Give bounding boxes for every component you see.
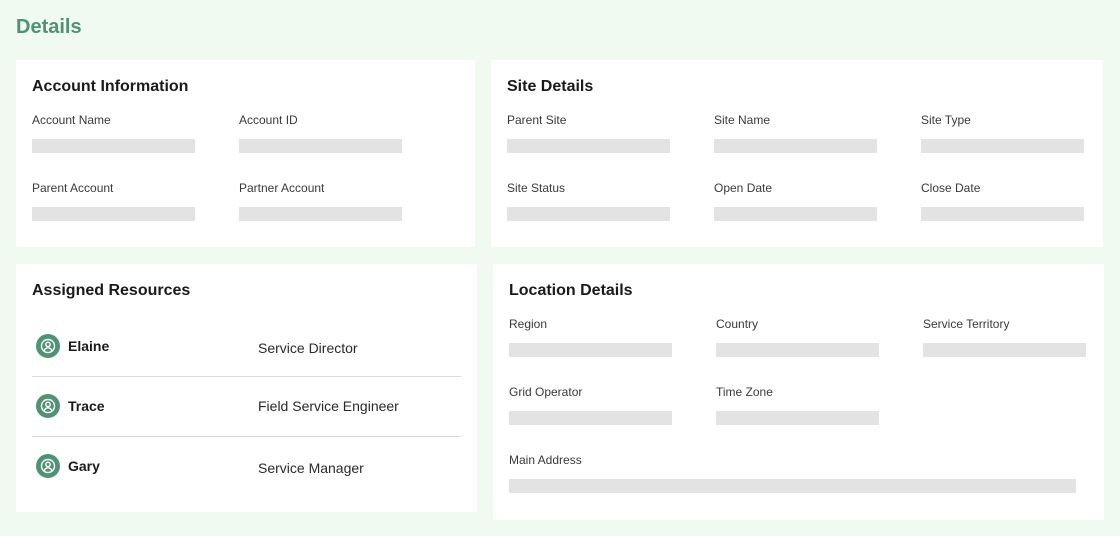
main-address-label: Main Address — [509, 453, 582, 467]
assigned-resources-card: Assigned Resources Elaine Service Direct… — [16, 264, 477, 512]
assigned-resources-title: Assigned Resources — [32, 282, 191, 299]
user-icon — [36, 334, 60, 358]
country-label: Country — [716, 317, 759, 331]
site-status-value-placeholder — [507, 207, 670, 221]
user-icon — [36, 454, 60, 478]
site-name-value-placeholder — [714, 139, 877, 153]
resource-row: Elaine Service Director — [32, 316, 461, 377]
close-date-value-placeholder — [921, 207, 1084, 221]
region-value-placeholder — [509, 343, 672, 357]
page-title: Details — [16, 16, 82, 38]
parent-site-label: Parent Site — [507, 113, 567, 127]
service-territory-label: Service Territory — [923, 317, 1010, 331]
parent-account-label: Parent Account — [32, 181, 114, 195]
country-value-placeholder — [716, 343, 879, 357]
site-details-title: Site Details — [507, 78, 594, 95]
site-details-card: Site Details Parent Site Site Name Site … — [491, 60, 1103, 247]
account-name-value-placeholder — [32, 139, 195, 153]
location-details-card: Location Details Region Country Service … — [493, 264, 1104, 520]
resource-row: Trace Field Service Engineer — [32, 376, 461, 437]
resource-role: Field Service Engineer — [258, 398, 399, 414]
partner-account-label: Partner Account — [239, 181, 325, 195]
resource-name: Trace — [68, 398, 105, 414]
resource-row: Gary Service Manager — [32, 436, 461, 496]
partner-account-value-placeholder — [239, 207, 402, 221]
parent-site-value-placeholder — [507, 139, 670, 153]
user-icon — [36, 394, 60, 418]
close-date-label: Close Date — [921, 181, 981, 195]
parent-account-value-placeholder — [32, 207, 195, 221]
open-date-label: Open Date — [714, 181, 773, 195]
main-address-value-placeholder — [509, 479, 1076, 493]
site-name-label: Site Name — [714, 113, 771, 127]
account-name-label: Account Name — [32, 113, 111, 127]
site-type-value-placeholder — [921, 139, 1084, 153]
time-zone-label: Time Zone — [716, 385, 773, 399]
resource-role: Service Manager — [258, 460, 364, 476]
resource-name: Gary — [68, 458, 100, 474]
region-label: Region — [509, 317, 548, 331]
account-id-label: Account ID — [239, 113, 298, 127]
location-details-title: Location Details — [509, 282, 633, 299]
resource-name: Elaine — [68, 338, 110, 354]
service-territory-value-placeholder — [923, 343, 1086, 357]
grid-operator-value-placeholder — [509, 411, 672, 425]
account-information-title: Account Information — [32, 78, 189, 95]
grid-operator-label: Grid Operator — [509, 385, 583, 399]
time-zone-value-placeholder — [716, 411, 879, 425]
site-type-label: Site Type — [921, 113, 971, 127]
account-id-value-placeholder — [239, 139, 402, 153]
open-date-value-placeholder — [714, 207, 877, 221]
account-information-card: Account Information Account Name Account… — [16, 60, 475, 247]
site-status-label: Site Status — [507, 181, 566, 195]
resource-role: Service Director — [258, 340, 358, 356]
